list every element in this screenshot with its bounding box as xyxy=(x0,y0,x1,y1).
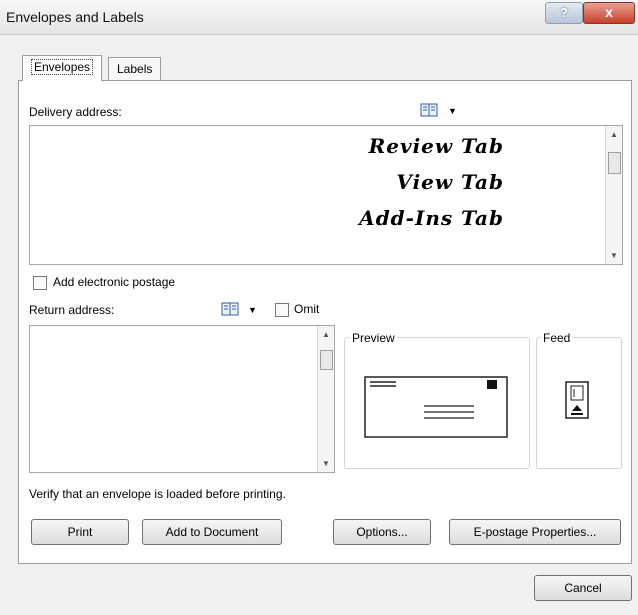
add-to-document-button[interactable]: Add to Document xyxy=(142,519,282,545)
delivery-line-3: Add-Ins Tab xyxy=(359,206,504,230)
tab-envelopes[interactable]: Envelopes xyxy=(22,55,103,81)
envelope-preview-icon xyxy=(364,376,508,438)
tab-envelopes-label: Envelopes xyxy=(31,59,94,75)
close-button[interactable]: x xyxy=(583,2,635,24)
scroll-up-icon[interactable]: ▲ xyxy=(318,330,334,339)
delivery-line-1: Review Tab xyxy=(368,134,504,158)
omit-checkbox[interactable] xyxy=(275,303,289,317)
options-button[interactable]: Options... xyxy=(333,519,431,545)
return-address-book-icon[interactable] xyxy=(221,302,239,316)
return-address-field[interactable]: ▲ ▼ xyxy=(29,325,335,473)
delivery-scrollbar[interactable]: ▲ ▼ xyxy=(605,126,622,264)
cancel-button[interactable]: Cancel xyxy=(534,575,632,601)
return-scrollbar[interactable]: ▲ ▼ xyxy=(317,326,334,472)
window-title: Envelopes and Labels xyxy=(6,9,144,25)
scroll-thumb[interactable] xyxy=(320,350,333,370)
title-bar: Envelopes and Labels ? x xyxy=(0,0,638,35)
delivery-address-label: Delivery address: xyxy=(29,105,122,119)
feed-icon xyxy=(565,381,589,419)
scroll-down-icon[interactable]: ▼ xyxy=(318,459,334,468)
scroll-up-icon[interactable]: ▲ xyxy=(606,130,622,139)
print-button[interactable]: Print xyxy=(31,519,129,545)
delivery-line-2: View Tab xyxy=(396,170,504,194)
return-address-label: Return address: xyxy=(29,303,115,317)
envelopes-panel: Delivery address: ▼ Review Tab View Tab … xyxy=(18,80,632,564)
help-button[interactable]: ? xyxy=(545,2,583,24)
address-book-icon[interactable] xyxy=(420,103,438,117)
scroll-down-icon[interactable]: ▼ xyxy=(606,251,622,260)
add-postage-label: Add electronic postage xyxy=(53,275,176,289)
preview-group[interactable] xyxy=(344,337,530,469)
preview-label: Preview xyxy=(350,331,397,345)
scroll-thumb[interactable] xyxy=(608,152,621,174)
feed-group[interactable] xyxy=(536,337,622,469)
omit-label: Omit xyxy=(294,302,320,316)
feed-label: Feed xyxy=(541,331,573,345)
verify-note: Verify that an envelope is loaded before… xyxy=(29,487,286,501)
delivery-address-field[interactable]: Review Tab View Tab Add-Ins Tab ▲ ▼ xyxy=(29,125,623,265)
add-postage-checkbox[interactable] xyxy=(33,276,47,290)
tab-labels[interactable]: Labels xyxy=(108,57,162,80)
chevron-down-icon[interactable]: ▼ xyxy=(448,106,457,116)
epostage-properties-button[interactable]: E-postage Properties... xyxy=(449,519,621,545)
tab-labels-label: Labels xyxy=(117,62,153,76)
chevron-down-icon[interactable]: ▼ xyxy=(248,305,257,315)
